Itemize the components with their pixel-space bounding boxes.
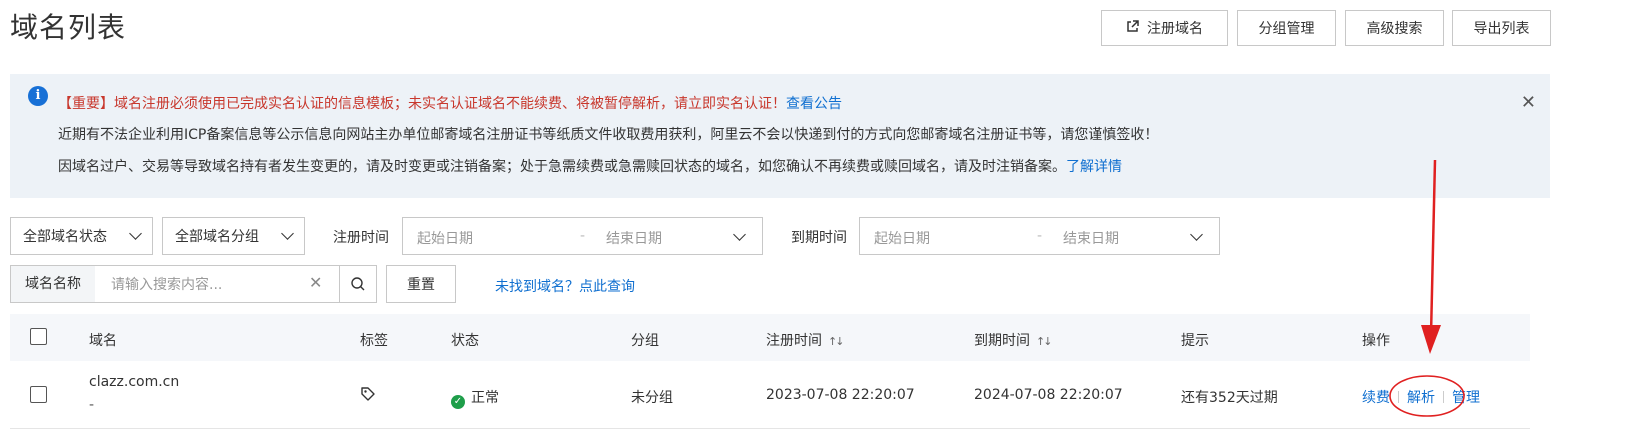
col-reg-time-label: 注册时间 bbox=[766, 333, 822, 349]
sort-icon[interactable]: ↑↓ bbox=[1036, 335, 1053, 348]
chevron-down-icon bbox=[129, 227, 142, 240]
external-link-icon bbox=[1126, 19, 1139, 37]
action-divider bbox=[1398, 391, 1399, 403]
tag-icon[interactable] bbox=[360, 386, 376, 406]
notice-warning-text: 【重要】域名注册必须使用已完成实名认证的信息模板；未实名认证域名不能续费、将被暂… bbox=[58, 96, 786, 112]
col-exp-time-label: 到期时间 bbox=[974, 333, 1030, 349]
register-domain-button[interactable]: 注册域名 bbox=[1101, 10, 1228, 46]
exp-date-range-picker[interactable]: 起始日期 - 结束日期 bbox=[859, 217, 1220, 255]
exp-time-label: 到期时间 bbox=[791, 230, 847, 246]
notice-line-1: 【重要】域名注册必须使用已完成实名认证的信息模板；未实名认证域名不能续费、将被暂… bbox=[58, 93, 842, 113]
domain-search-box: 域名名称 ✕ bbox=[10, 265, 377, 303]
domain-not-found-link[interactable]: 未找到域名？点此查询 bbox=[495, 276, 635, 296]
row-divider bbox=[10, 428, 1530, 429]
exp-start-date[interactable]: 起始日期 bbox=[874, 228, 930, 248]
export-list-button[interactable]: 导出列表 bbox=[1452, 10, 1551, 46]
reg-start-date[interactable]: 起始日期 bbox=[417, 228, 473, 248]
view-announcement-link[interactable]: 查看公告 bbox=[786, 96, 842, 112]
action-divider bbox=[1443, 391, 1444, 403]
notice-line-3: 因域名过户、交易等导致域名持有者发生变更的，请及时变更或注销备案；处于急需续费或… bbox=[58, 156, 1122, 176]
domain-group-select[interactable]: 全部域名分组 bbox=[162, 217, 305, 255]
domain-status-value: 全部域名状态 bbox=[23, 229, 107, 245]
col-hint: 提示 bbox=[1181, 333, 1209, 349]
manage-link[interactable]: 管理 bbox=[1452, 390, 1480, 406]
renew-link[interactable]: 续费 bbox=[1362, 390, 1390, 406]
col-domain: 域名 bbox=[89, 333, 117, 349]
reg-time-cell: 2023-07-08 22:20:07 bbox=[766, 387, 915, 403]
info-icon: i bbox=[28, 86, 48, 106]
group-manage-button[interactable]: 分组管理 bbox=[1237, 10, 1336, 46]
domain-subtext: - bbox=[89, 397, 95, 413]
reset-button[interactable]: 重置 bbox=[386, 265, 456, 303]
reg-time-label: 注册时间 bbox=[333, 230, 389, 246]
col-actions: 操作 bbox=[1362, 333, 1390, 349]
chevron-down-icon bbox=[281, 227, 294, 240]
chevron-down-icon bbox=[1190, 228, 1203, 241]
col-tags: 标签 bbox=[360, 333, 388, 349]
chevron-down-icon bbox=[733, 228, 746, 241]
search-icon bbox=[351, 277, 365, 291]
exp-time-cell: 2024-07-08 22:20:07 bbox=[974, 387, 1123, 403]
page-title: 域名列表 bbox=[10, 11, 127, 44]
col-exp-time[interactable]: 到期时间 ↑↓ bbox=[974, 330, 1053, 350]
col-group: 分组 bbox=[631, 333, 659, 349]
search-input[interactable] bbox=[109, 272, 303, 298]
domain-name-link[interactable]: clazz.com.cn bbox=[89, 374, 179, 390]
notice-line-2: 近期有不法企业利用ICP备案信息等公示信息向网站主办单位邮寄域名注册证书等纸质文… bbox=[58, 127, 1159, 143]
status-cell: ✓ 正常 bbox=[451, 387, 499, 409]
date-separator: - bbox=[1037, 228, 1043, 244]
status-text: 正常 bbox=[471, 390, 499, 406]
notice-line-3-text: 因域名过户、交易等导致域名持有者发生变更的，请及时变更或注销备案；处于急需续费或… bbox=[58, 159, 1066, 175]
learn-more-link[interactable]: 了解详情 bbox=[1066, 159, 1122, 175]
reg-end-date[interactable]: 结束日期 bbox=[606, 228, 662, 248]
col-status: 状态 bbox=[451, 333, 479, 349]
select-all-checkbox[interactable] bbox=[30, 328, 47, 345]
actions-cell: 续费 解析 管理 bbox=[1362, 387, 1480, 407]
search-prefix-label: 域名名称 bbox=[11, 266, 95, 302]
domain-status-select[interactable]: 全部域名状态 bbox=[10, 217, 153, 255]
hint-cell: 还有352天过期 bbox=[1181, 390, 1278, 406]
row-checkbox[interactable] bbox=[30, 386, 47, 403]
resolve-link[interactable]: 解析 bbox=[1407, 390, 1435, 406]
notice-banner: i 【重要】域名注册必须使用已完成实名认证的信息模板；未实名认证域名不能续费、将… bbox=[10, 74, 1550, 198]
advanced-search-button[interactable]: 高级搜索 bbox=[1345, 10, 1444, 46]
close-icon[interactable]: ✕ bbox=[1521, 92, 1536, 113]
exp-end-date[interactable]: 结束日期 bbox=[1063, 228, 1119, 248]
reg-date-range-picker[interactable]: 起始日期 - 结束日期 bbox=[402, 217, 763, 255]
register-domain-label: 注册域名 bbox=[1147, 21, 1203, 37]
group-cell: 未分组 bbox=[631, 390, 673, 406]
clear-icon[interactable]: ✕ bbox=[309, 273, 322, 292]
col-reg-time[interactable]: 注册时间 ↑↓ bbox=[766, 330, 845, 350]
domain-group-value: 全部域名分组 bbox=[175, 229, 259, 245]
check-circle-icon: ✓ bbox=[451, 395, 465, 409]
search-button[interactable] bbox=[339, 266, 376, 302]
date-separator: - bbox=[580, 228, 586, 244]
sort-icon[interactable]: ↑↓ bbox=[828, 335, 845, 348]
